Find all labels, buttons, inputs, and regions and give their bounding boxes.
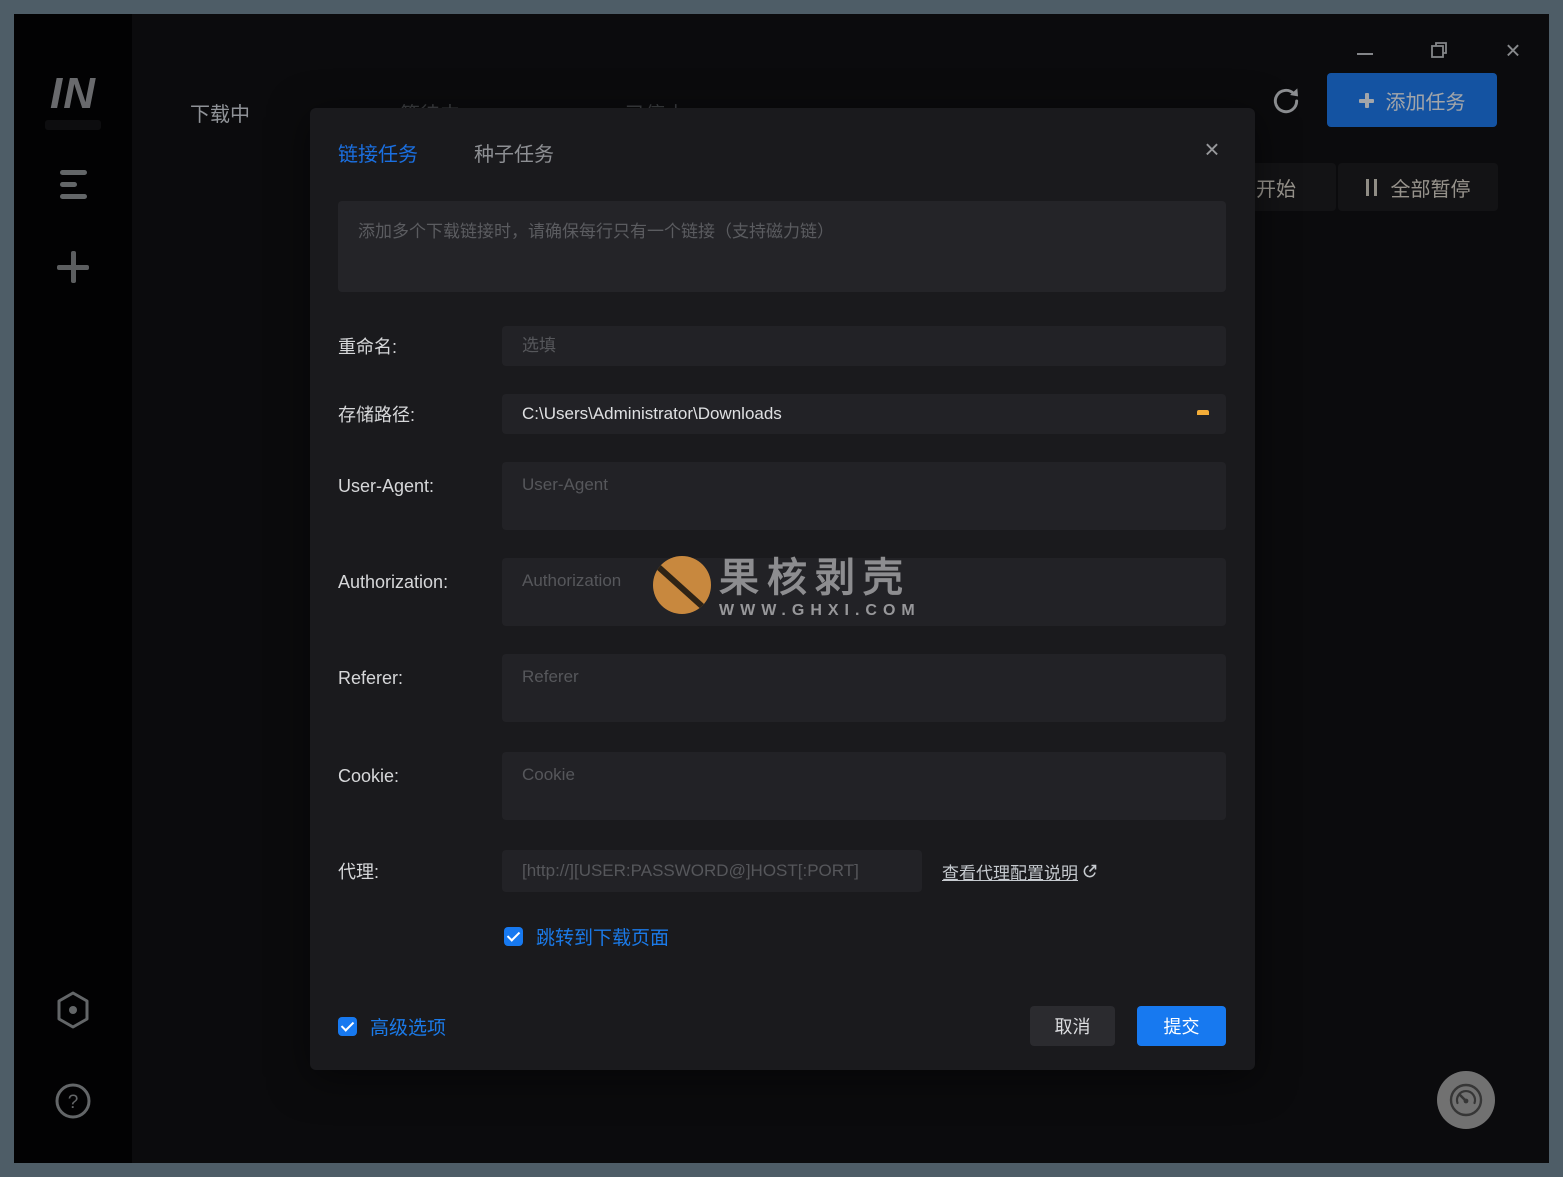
advanced-checkbox-label: 高级选项 xyxy=(370,1013,446,1040)
user-agent-label: User-Agent: xyxy=(338,462,502,497)
proxy-doc-link[interactable]: 查看代理配置说明 xyxy=(942,859,1098,884)
download-links-input[interactable] xyxy=(338,201,1226,292)
referer-input[interactable] xyxy=(502,654,1226,722)
rename-label: 重命名: xyxy=(338,333,502,359)
authorization-input[interactable] xyxy=(502,558,1226,626)
jump-checkbox-label: 跳转到下载页面 xyxy=(536,923,669,950)
jump-to-download-checkbox-row[interactable]: 跳转到下载页面 xyxy=(504,923,1226,950)
proxy-label: 代理: xyxy=(338,858,502,884)
authorization-label: Authorization: xyxy=(338,558,502,593)
path-label: 存储路径: xyxy=(338,401,502,427)
path-input[interactable] xyxy=(502,394,1226,434)
advanced-checkbox[interactable] xyxy=(338,1017,357,1036)
cancel-button[interactable]: 取消 xyxy=(1030,1006,1115,1046)
external-link-icon xyxy=(1082,863,1098,879)
user-agent-input[interactable] xyxy=(502,462,1226,530)
jump-checkbox[interactable] xyxy=(504,927,523,946)
submit-button[interactable]: 提交 xyxy=(1137,1006,1226,1046)
rename-input[interactable] xyxy=(502,326,1226,366)
tab-torrent-task[interactable]: 种子任务 xyxy=(474,138,554,167)
referer-label: Referer: xyxy=(338,654,502,689)
add-task-dialog: 链接任务 种子任务 × 重命名: 存储路径: User-Agent: xyxy=(310,108,1255,1070)
close-dialog-icon[interactable]: × xyxy=(1199,136,1225,162)
tab-link-task[interactable]: 链接任务 xyxy=(338,138,418,167)
dialog-tabs: 链接任务 种子任务 xyxy=(338,138,1226,167)
browse-folder-button[interactable] xyxy=(1182,401,1212,427)
app-window: IN ? xyxy=(14,14,1549,1163)
cookie-input[interactable] xyxy=(502,752,1226,820)
proxy-input[interactable] xyxy=(502,850,922,892)
cookie-label: Cookie: xyxy=(338,752,502,787)
advanced-options-checkbox-row[interactable]: 高级选项 xyxy=(338,1013,446,1040)
